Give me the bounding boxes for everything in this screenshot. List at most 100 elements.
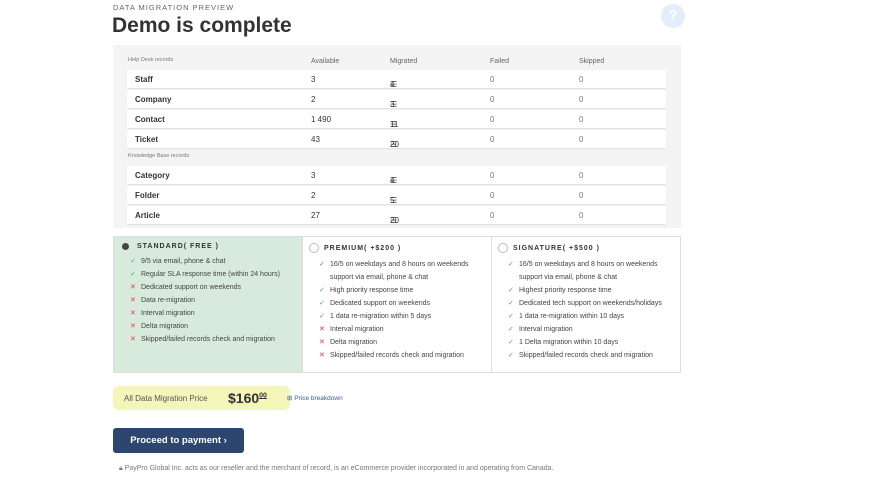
skipped-count: 0 (579, 135, 584, 144)
price-summary: All Data Migration Price $16000 (113, 386, 290, 410)
plan-name: PREMIUM( +$200 ) (324, 244, 402, 252)
plan-option-premium[interactable]: PREMIUM( +$200 ) ✓ 16/5 on weekdays and 8 … (303, 237, 492, 372)
plan-radio[interactable] (309, 243, 319, 253)
cross-icon: ✕ (130, 297, 136, 304)
failed-count: 0 (490, 171, 495, 180)
table-row: Company 2 ☰ 3 0 0 (127, 90, 666, 109)
page-title: Demo is complete (112, 14, 292, 37)
plan-radio[interactable] (498, 243, 508, 253)
chevron-right-icon: › (223, 435, 227, 446)
plan-feature: ✓ Dedicated tech support on weekends/holi… (508, 297, 680, 310)
plan-feature: ✓ Interval migration (508, 323, 680, 336)
price-dollars: $160 (228, 390, 260, 406)
plan-feature: ✕ Skipped/failed records check and migrat… (319, 349, 491, 362)
available-count: 2 (311, 191, 316, 200)
plan-header: STANDARD( FREE ) (120, 243, 302, 250)
cross-icon: ✕ (319, 339, 325, 346)
cross-icon: ✕ (319, 326, 325, 333)
failed-count: 0 (490, 115, 495, 124)
table-row: Article 27 ☰ 20 0 0 (127, 206, 666, 225)
check-icon: ✓ (508, 287, 514, 294)
check-icon: ✓ (508, 352, 514, 359)
feature-text: Delta migration (330, 339, 378, 346)
cross-icon: ✕ (130, 323, 136, 330)
table-row: Folder 2 ☰ 5 0 0 (127, 186, 666, 205)
plan-feature: ✓ Dedicated support on weekends (319, 297, 491, 310)
feature-text: 1 Delta migration within 10 days (519, 339, 619, 346)
plan-feature: ✕ Skipped/failed records check and migrat… (130, 333, 302, 346)
plan-feature: ✓ Highest priority response time (508, 284, 680, 297)
plan-feature: ✓ Regular SLA response time (within 24 ho… (130, 268, 302, 281)
plan-feature: ✓ 16/5 on weekdays and 8 hours on weekend… (319, 258, 491, 284)
feature-text: Regular SLA response time (within 24 hou… (141, 271, 280, 278)
table-row: Ticket 43 ☰ 20 0 0 (127, 130, 666, 149)
plan-feature: ✕ Delta migration (319, 336, 491, 349)
proceed-label: Proceed to payment (130, 435, 221, 446)
plan-header: PREMIUM( +$200 ) (309, 243, 491, 253)
migration-results-panel: Available Migrated Failed Skipped Help Desk … (113, 45, 681, 228)
plan-feature: ✕ Delta migration (130, 320, 302, 333)
plan-feature: ✓ 1 data re-migration within 5 days (319, 310, 491, 323)
plan-header: SIGNATURE( +$500 ) (498, 243, 680, 253)
plan-feature: ✓ 16/5 on weekdays and 8 hours on weekend… (508, 258, 680, 284)
migrated-count: 20 (390, 140, 399, 149)
section-label: Knowledge Base records (128, 153, 190, 159)
table-row: Category 3 ☰ 4 0 0 (127, 166, 666, 185)
plan-feature: ✕ Dedicated support on weekends (130, 281, 302, 294)
check-icon: ✓ (319, 261, 325, 268)
plan-option-standard[interactable]: STANDARD( FREE ) ✓ 9/5 via email, phone & … (114, 237, 303, 372)
feature-text: 1 data re-migration within 5 days (330, 313, 432, 320)
check-icon: ✓ (319, 300, 325, 307)
feature-text: Interval migration (330, 326, 384, 333)
proceed-to-payment-button[interactable]: Proceed to payment › (113, 428, 244, 453)
skipped-count: 0 (579, 191, 584, 200)
feature-text: Skipped/failed records check and migrati… (141, 336, 275, 343)
price-amount: $16000 (228, 390, 267, 406)
available-count: 3 (311, 75, 316, 84)
feature-text: Highest priority response time (519, 287, 612, 294)
failed-count: 0 (490, 75, 495, 84)
failed-count: 0 (490, 135, 495, 144)
failed-count: 0 (490, 191, 495, 200)
column-header-failed: Failed (490, 58, 510, 65)
feature-text: Skipped/failed records check and migrati… (330, 352, 464, 359)
record-name: Company (135, 95, 172, 104)
cross-icon: ✕ (130, 284, 136, 291)
record-name: Contact (135, 115, 165, 124)
check-icon: ✓ (130, 271, 136, 278)
plan-name: STANDARD( FREE ) (137, 243, 219, 250)
plan-radio[interactable] (122, 243, 129, 250)
skipped-count: 0 (579, 171, 584, 180)
plan-name: SIGNATURE( +$500 ) (513, 244, 600, 252)
help-button[interactable]: ? (661, 4, 685, 28)
merchant-notice: 🔒︎ PayPro Global Inc. acts as our resell… (119, 465, 553, 473)
feature-text: 16/5 on weekdays and 8 hours on weekends… (519, 261, 658, 281)
record-name: Article (135, 211, 160, 220)
available-count: 1 490 (311, 115, 332, 124)
feature-text: Delta migration (141, 323, 189, 330)
plan-feature: ✓ 1 data re-migration within 10 days (508, 310, 680, 323)
plan-selector: STANDARD( FREE ) ✓ 9/5 via email, phone & … (113, 236, 681, 373)
cross-icon: ✕ (319, 352, 325, 359)
price-breakdown-link[interactable]: ⊞ Price breakdown (287, 394, 343, 402)
feature-text: High priority response time (330, 287, 414, 294)
cross-icon: ✕ (130, 310, 136, 317)
section-label: Help Desk records (128, 57, 174, 63)
record-name: Ticket (135, 135, 158, 144)
migrated-count: 3 (390, 100, 395, 109)
column-header-migrated: Migrated (390, 58, 418, 65)
plan-option-signature[interactable]: SIGNATURE( +$500 ) ✓ 16/5 on weekdays and … (492, 237, 680, 372)
feature-text: Skipped/failed records check and migrati… (519, 352, 653, 359)
plan-feature: ✕ Interval migration (130, 307, 302, 320)
failed-count: 0 (490, 95, 495, 104)
plan-feature: ✓ High priority response time (319, 284, 491, 297)
migrated-count: 11 (390, 120, 399, 129)
migrated-count: 4 (390, 176, 395, 185)
table-row: Staff 3 ☰ 4 0 0 (127, 70, 666, 89)
feature-text: 9/5 via email, phone & chat (141, 258, 226, 265)
plan-feature: ✕ Interval migration (319, 323, 491, 336)
migrated-count: 4 (390, 80, 395, 89)
feature-text: Dedicated support on weekends (141, 284, 242, 291)
feature-text: Dedicated tech support on weekends/holid… (519, 300, 662, 307)
check-icon: ✓ (508, 326, 514, 333)
